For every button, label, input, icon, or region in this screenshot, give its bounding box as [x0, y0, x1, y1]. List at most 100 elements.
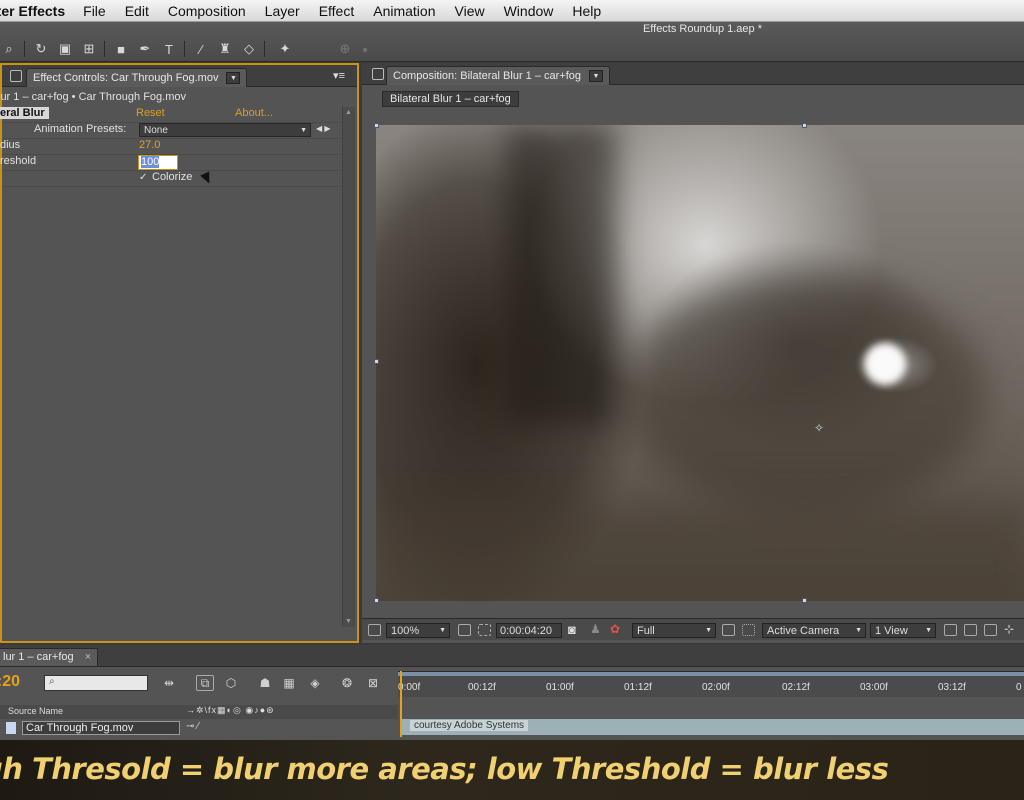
menu-animation[interactable]: Animation — [373, 3, 435, 19]
time-ruler[interactable]: 0:00f 00:12f 01:00f 01:12f 02:00f 02:12f… — [398, 671, 1024, 697]
scroll-up-icon[interactable]: ▲ — [345, 109, 352, 116]
frame-blending-icon[interactable]: ▦ — [280, 675, 298, 691]
axis-mode-icon[interactable]: ⊕ — [336, 41, 354, 57]
work-area-bar[interactable] — [398, 672, 1024, 676]
menu-window[interactable]: Window — [504, 3, 554, 19]
draft-3d-icon[interactable]: ⬡ — [222, 675, 240, 691]
source-name-header[interactable]: Source Name — [8, 706, 63, 716]
rectangle-tool-icon[interactable]: ■ — [112, 41, 130, 57]
timeline-search-input[interactable]: ⌕ — [44, 675, 148, 691]
comp-mini-flowchart-icon[interactable]: ⇹ — [160, 675, 178, 691]
region-of-interest-icon[interactable] — [722, 624, 735, 636]
zoom-select[interactable]: 100% ▼ — [386, 623, 450, 638]
ruler-tick: 00:12f — [468, 682, 496, 693]
transparency-grid-icon[interactable] — [742, 624, 755, 636]
tab-dropdown-icon[interactable]: ▼ — [589, 70, 604, 82]
menu-file[interactable]: File — [83, 3, 106, 19]
zoom-value: 100% — [391, 624, 420, 637]
show-snapshot-icon[interactable]: ♟ — [590, 622, 601, 636]
layer-duration-bar[interactable]: courtesy Adobe Systems — [402, 719, 1024, 735]
colorize-checkbox[interactable]: ✓ — [139, 172, 147, 183]
zoom-tool-icon[interactable]: ⌕ — [0, 41, 18, 57]
menu-composition[interactable]: Composition — [168, 3, 246, 19]
layer-handle[interactable] — [802, 123, 807, 128]
composition-tabbar: Composition: Bilateral Blur 1 – car+fog … — [362, 63, 1024, 85]
menu-help[interactable]: Help — [572, 3, 601, 19]
scroll-down-icon[interactable]: ▼ — [345, 618, 352, 625]
tab-timeline[interactable]: lur 1 – car+fog × — [0, 648, 99, 666]
chevron-down-icon: ▼ — [705, 627, 712, 634]
effect-name[interactable]: eral Blur — [0, 107, 49, 119]
effect-controls-scrollbar[interactable]: ▲ ▼ — [342, 107, 355, 627]
resolution-select[interactable]: Full ▼ — [632, 623, 716, 638]
camera-tool-icon[interactable]: ▣ — [56, 41, 74, 57]
always-preview-icon[interactable] — [368, 624, 381, 636]
mask-visibility-icon[interactable] — [478, 624, 491, 636]
table-row[interactable]: Car Through Fog.mov ⊸ ∕ — [0, 720, 398, 736]
chevron-down-icon: ▼ — [855, 627, 862, 634]
snapshot-camera-icon[interactable]: ◙ — [568, 622, 576, 637]
brush-tool-icon[interactable]: ∕ — [192, 41, 210, 57]
motion-blur-icon[interactable]: ◈ — [306, 675, 324, 691]
radius-value[interactable]: 27.0 — [139, 139, 160, 151]
effect-controls-tabbar: Effect Controls: Car Through Fog.mov ▼ ▾… — [2, 65, 357, 87]
ruler-tick: 02:12f — [782, 682, 810, 693]
type-tool-icon[interactable]: T — [160, 41, 178, 57]
current-time-field[interactable]: 0:00:04:20 — [496, 623, 562, 638]
eraser-tool-icon[interactable]: ◇ — [240, 41, 258, 57]
threshold-input[interactable]: 100 — [138, 155, 178, 170]
layer-handle[interactable] — [374, 359, 379, 364]
view-layout-select[interactable]: 1 View ▼ — [870, 623, 936, 638]
ruler-tick: 01:12f — [624, 682, 652, 693]
panel-menu-icon[interactable]: ▾≡ — [333, 69, 345, 82]
pan-behind-tool-icon[interactable]: ⊞ — [80, 41, 98, 57]
presets-select[interactable]: None ▼ — [139, 123, 311, 137]
tab-dropdown-icon[interactable]: ▼ — [226, 72, 241, 84]
menu-layer[interactable]: Layer — [265, 3, 300, 19]
composition-viewer[interactable]: ✧ — [376, 125, 1024, 601]
lock-icon[interactable] — [372, 68, 384, 80]
about-link[interactable]: About... — [235, 107, 273, 119]
layer-switch-icons[interactable]: ⊸ ∕ — [186, 721, 199, 732]
anchor-point-icon[interactable]: ✧ — [814, 421, 824, 435]
hide-shy-layers-icon[interactable]: ☗ — [256, 675, 274, 691]
brainstorm-icon[interactable]: ❂ — [338, 675, 356, 691]
flowchart-icon[interactable]: ⊹ — [1004, 622, 1014, 636]
composition-navigator-tab[interactable]: Bilateral Blur 1 – car+fog — [382, 91, 519, 107]
tab-composition[interactable]: Composition: Bilateral Blur 1 – car+fog … — [386, 66, 611, 85]
menu-effect[interactable]: Effect — [319, 3, 355, 19]
timeline-icon[interactable] — [984, 624, 997, 636]
layer-handle[interactable] — [374, 598, 379, 603]
layer-handle[interactable] — [802, 598, 807, 603]
current-time-indicator[interactable] — [400, 671, 402, 737]
layer-handle[interactable] — [374, 123, 379, 128]
ruler-tick: 03:00f — [860, 682, 888, 693]
app-menu[interactable]: fter Effects — [0, 3, 65, 19]
lock-icon[interactable] — [10, 70, 22, 82]
channel-rgb-icon[interactable]: ✿ — [610, 622, 620, 636]
fast-previews-icon[interactable] — [964, 624, 977, 636]
tutorial-caption: gh Thresold = blur more areas; low Thres… — [0, 740, 1024, 800]
timeline-current-time[interactable]: 4:20 — [0, 673, 20, 691]
tab-effect-controls[interactable]: Effect Controls: Car Through Fog.mov ▼ — [26, 68, 248, 87]
pen-tool-icon[interactable]: ✒ — [136, 41, 154, 57]
camera-select[interactable]: Active Camera ▼ — [762, 623, 866, 638]
menu-edit[interactable]: Edit — [125, 3, 149, 19]
graph-editor-icon[interactable]: ⊠ — [364, 675, 382, 691]
threshold-label: reshold — [0, 155, 37, 167]
world-axis-icon[interactable]: ▪ — [356, 41, 374, 57]
close-icon[interactable]: × — [85, 651, 91, 663]
puppet-pin-tool-icon[interactable]: ✦ — [276, 41, 294, 57]
preset-nav-arrows-icon[interactable]: ◀ ▶ — [316, 124, 331, 133]
live-update-icon[interactable]: ⧉ — [196, 675, 214, 691]
resolution-value: Full — [637, 624, 655, 637]
rotate-tool-icon[interactable]: ↻ — [32, 41, 50, 57]
menu-view[interactable]: View — [455, 3, 485, 19]
toggle-pixel-aspect-icon[interactable] — [944, 624, 957, 636]
safe-margins-icon[interactable] — [458, 624, 471, 636]
chevron-down-icon: ▼ — [300, 126, 307, 134]
reset-link[interactable]: Reset — [136, 107, 165, 119]
clone-stamp-tool-icon[interactable]: ♜ — [216, 41, 234, 57]
layer-name[interactable]: Car Through Fog.mov — [22, 721, 180, 735]
tab-composition-label: Composition: Bilateral Blur 1 – car+fog — [393, 70, 582, 82]
